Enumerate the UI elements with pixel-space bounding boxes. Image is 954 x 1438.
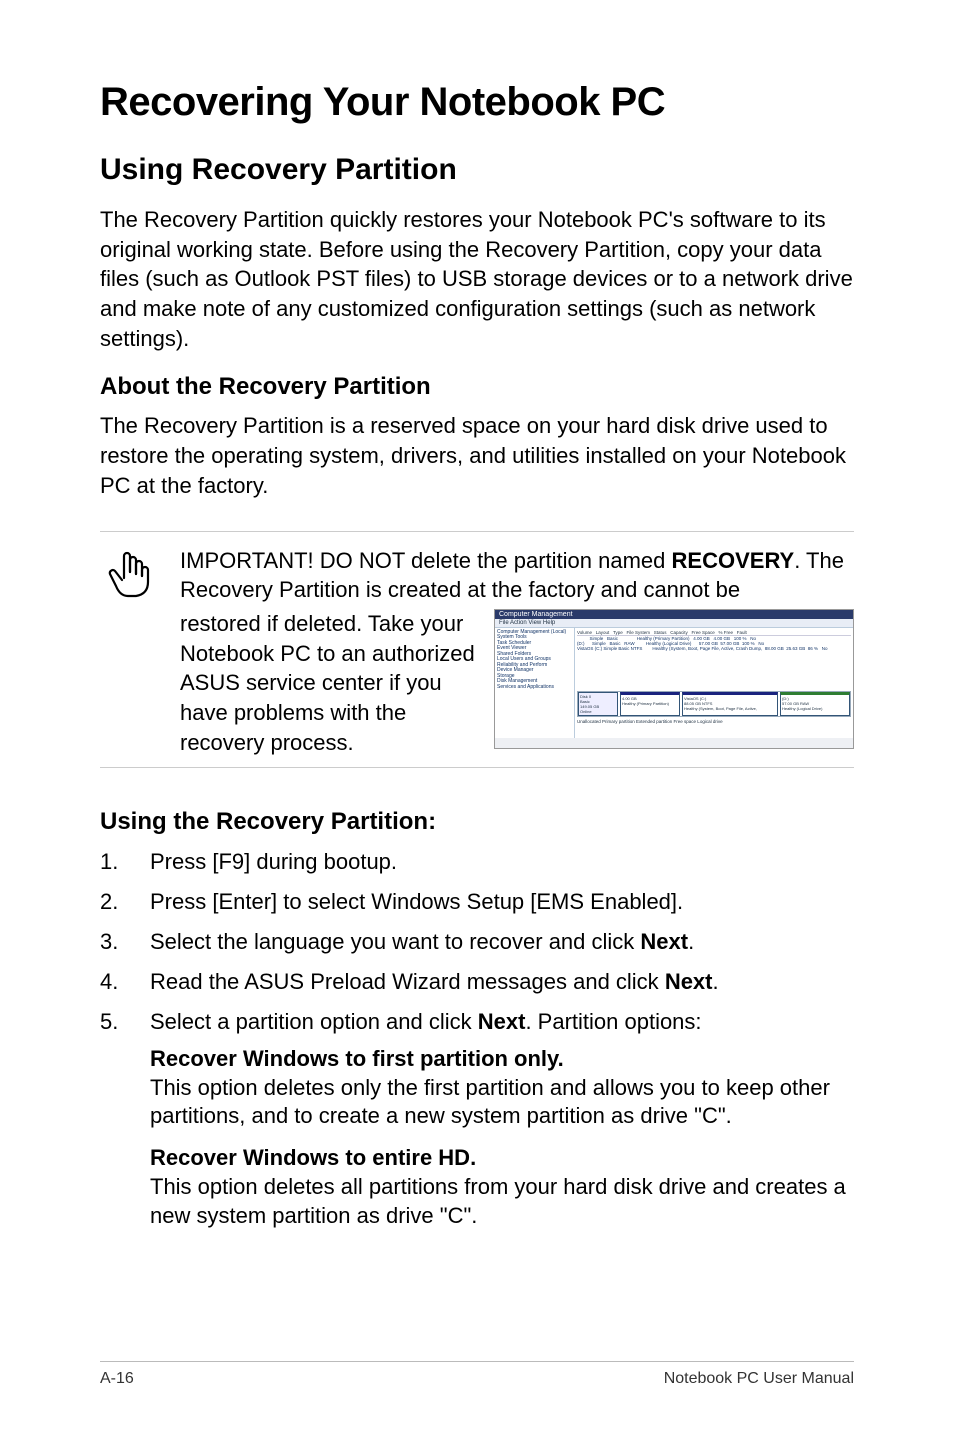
step-1-text: Press [F9] during bootup. bbox=[150, 846, 854, 878]
option2-text: This option deletes all partitions from … bbox=[150, 1173, 854, 1230]
important-bold-recovery: RECOVERY bbox=[672, 548, 795, 573]
step-5: Select a partition option and click Next… bbox=[100, 1006, 854, 1038]
steps-list: Press [F9] during bootup. Press [Enter] … bbox=[100, 846, 854, 1037]
option2-heading: Recover Windows to entire HD. bbox=[150, 1145, 854, 1171]
step-3: Select the language you want to recover … bbox=[100, 926, 854, 958]
screenshot-seg1: 4.00 GB Healthy (Primary Partition) bbox=[620, 692, 680, 716]
step-3-next: Next bbox=[640, 929, 688, 954]
step-5a: Select a partition option and click bbox=[150, 1009, 478, 1034]
page-footer: A-16 Notebook PC User Manual bbox=[100, 1361, 854, 1388]
screenshot-seg2: VistaOS (C:) 88.05 GB NTFS Healthy (Syst… bbox=[682, 692, 778, 716]
step-2-text: Press [Enter] to select Windows Setup [E… bbox=[150, 886, 854, 918]
hand-icon bbox=[100, 546, 160, 602]
section-heading-using-recovery: Using Recovery Partition bbox=[100, 153, 854, 187]
step-5-next: Next bbox=[478, 1009, 526, 1034]
screenshot-legend: Unallocated Primary partition Extended p… bbox=[577, 719, 851, 724]
step-4: Read the ASUS Preload Wizard messages an… bbox=[100, 966, 854, 998]
footer-page-number: A-16 bbox=[100, 1370, 134, 1388]
screenshot-seg3: (D:) 57.00 GB RAW Healthy (Logical Drive… bbox=[780, 692, 850, 716]
screenshot-tree: Computer Management (Local) System Tools… bbox=[495, 628, 575, 738]
step-3c: . bbox=[688, 929, 694, 954]
important-callout: IMPORTANT! DO NOT delete the partition n… bbox=[100, 531, 854, 769]
about-paragraph: The Recovery Partition is a reserved spa… bbox=[100, 411, 854, 500]
screenshot-disk0: Disk 0 Basic 149.05 GB Online bbox=[578, 692, 618, 716]
page-title: Recovering Your Notebook PC bbox=[100, 80, 854, 125]
step-2: Press [Enter] to select Windows Setup [E… bbox=[100, 886, 854, 918]
important-text-upper: IMPORTANT! DO NOT delete the partition n… bbox=[180, 546, 854, 605]
option1-heading: Recover Windows to first partition only. bbox=[150, 1046, 854, 1072]
step-5c: . Partition options: bbox=[525, 1009, 701, 1034]
step-4c: . bbox=[713, 969, 719, 994]
important-text-lower: restored if deleted. Take your Notebook … bbox=[180, 609, 480, 757]
screenshot-vol-rows: Simple Basic Healthy (Primary Partition)… bbox=[577, 636, 851, 651]
step-3a: Select the language you want to recover … bbox=[150, 929, 640, 954]
screenshot-window-title: Computer Management bbox=[495, 610, 853, 619]
disk-management-screenshot: Computer Management File Action View Hel… bbox=[494, 609, 854, 749]
section-heading-about: About the Recovery Partition bbox=[100, 373, 854, 401]
option1-text: This option deletes only the first parti… bbox=[150, 1074, 854, 1131]
step-1: Press [F9] during bootup. bbox=[100, 846, 854, 878]
important-lead: IMPORTANT! DO NOT delete the partition n… bbox=[180, 548, 672, 573]
footer-manual-title: Notebook PC User Manual bbox=[664, 1370, 854, 1388]
section-heading-using-steps: Using the Recovery Partition: bbox=[100, 808, 854, 836]
intro-paragraph: The Recovery Partition quickly restores … bbox=[100, 205, 854, 353]
screenshot-main-pane: Volume Layout Type File System Status Ca… bbox=[575, 628, 853, 738]
screenshot-menu-bar: File Action View Help bbox=[495, 619, 853, 628]
step-4a: Read the ASUS Preload Wizard messages an… bbox=[150, 969, 665, 994]
step-4-next: Next bbox=[665, 969, 713, 994]
